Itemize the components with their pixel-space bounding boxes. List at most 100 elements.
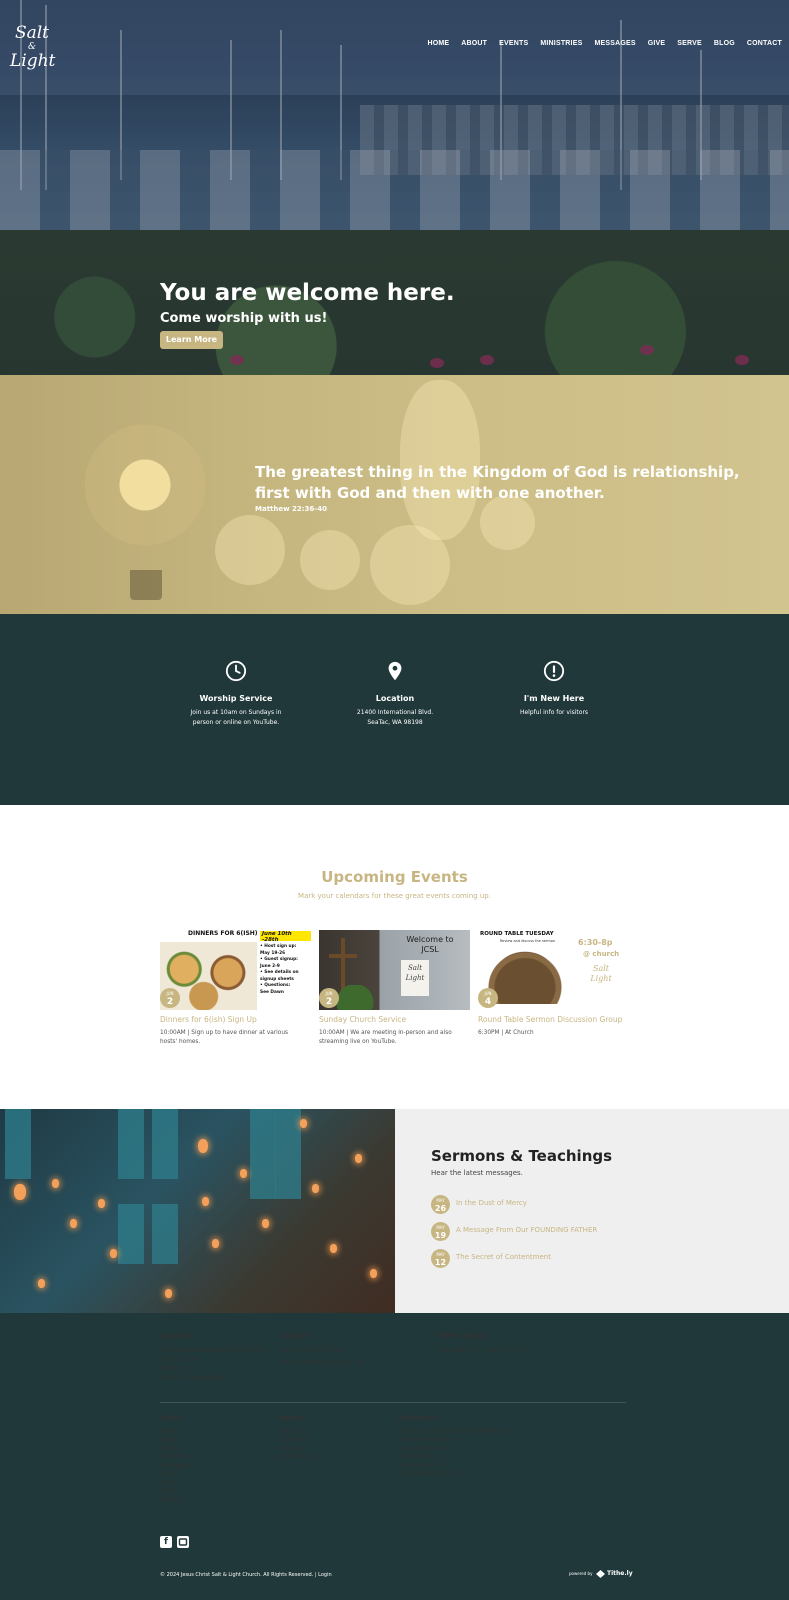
hanging-light: [240, 1169, 247, 1178]
nav-ministries[interactable]: MINISTRIES: [540, 40, 582, 47]
sermon-title[interactable]: In the Dust of Mercy: [456, 1199, 527, 1207]
event-image[interactable]: ROUND TABLE TUESDAY Review and discuss t…: [478, 930, 629, 1010]
event-image-time: 6:30-8p: [578, 938, 613, 947]
event-title[interactable]: Sunday Church Service: [319, 1015, 470, 1024]
window-shape: [152, 1109, 178, 1179]
sermons-title: Sermons & Teachings: [431, 1147, 613, 1165]
nav-home[interactable]: HOME: [427, 40, 449, 47]
footer-link[interactable]: Home: [160, 1428, 260, 1437]
sermon-month: MAY: [436, 1198, 445, 1203]
info-desc: 21400 International Blvd.: [356, 709, 434, 716]
event-card[interactable]: ROUND TABLE TUESDAY Review and discuss t…: [478, 930, 629, 1038]
event-title[interactable]: Round Table Sermon Discussion Group: [478, 1015, 629, 1024]
site-logo[interactable]: Salt & Light: [10, 22, 55, 74]
info-new-here[interactable]: I'm New Here Helpful info for visitors: [484, 660, 624, 718]
nav-events[interactable]: EVENTS: [499, 40, 528, 47]
footer-link[interactable]: Events: [160, 1445, 260, 1454]
footer-link[interactable]: About Us: [279, 1428, 379, 1437]
event-desc: 10:00AM | We are meeting in-person and a…: [319, 1030, 452, 1036]
bokeh-light: [215, 515, 285, 585]
youtube-icon[interactable]: [177, 1536, 189, 1548]
footer-divider: [160, 1402, 626, 1403]
cross-icon: [329, 954, 357, 958]
event-date-badge: JUN 2: [319, 988, 339, 1008]
event-card[interactable]: DINNERS FOR 6(ISH) June 10th -28th • Hos…: [160, 930, 311, 1047]
event-title[interactable]: Dinners for 6(ish) Sign Up: [160, 1015, 311, 1024]
logo-text: Light: [590, 974, 612, 983]
sermon-item[interactable]: MAY 26 In the Dust of Mercy: [431, 1195, 691, 1215]
quote-text: The greatest thing in the Kingdom of God…: [255, 463, 740, 502]
event-desc: streaming live on YouTube.: [319, 1039, 397, 1045]
sermons-subtitle: Hear the latest messages.: [431, 1169, 523, 1177]
event-image-line: See Dawn: [260, 989, 284, 995]
hanging-light: [202, 1197, 209, 1206]
facebook-icon[interactable]: f: [160, 1536, 172, 1548]
window-shape: [152, 1204, 178, 1264]
event-image-date: June 10th -28th: [260, 931, 311, 943]
footer-heading: Contact: [279, 1332, 310, 1340]
bokeh-light: [400, 380, 480, 540]
sermon-item[interactable]: MAY 19 A Message From Our FOUNDING FATHE…: [431, 1222, 691, 1242]
footer-link[interactable]: Our Team: [279, 1436, 379, 1445]
sermon-item[interactable]: MAY 12 The Secret of Contentment: [431, 1249, 691, 1269]
footer-phone[interactable]: Phone: 206.870.7258: [279, 1346, 419, 1355]
event-card[interactable]: Welcome to JCSL Salt Light JUN 2 Sunday …: [319, 930, 470, 1047]
google-maps-link[interactable]: View on Google Maps: [160, 1373, 280, 1382]
footer-link[interactable]: Children, Youth and Family Ministries: [398, 1428, 558, 1437]
logo-image: Salt Light: [582, 964, 620, 984]
sermon-title[interactable]: The Secret of Contentment: [456, 1253, 551, 1261]
tithely-link[interactable]: Tithe.ly: [607, 1570, 633, 1577]
map-pin-icon: [388, 661, 402, 681]
hanging-light: [370, 1269, 377, 1278]
footer-link[interactable]: Give: [160, 1470, 260, 1479]
event-image[interactable]: DINNERS FOR 6(ISH) June 10th -28th • Hos…: [160, 930, 311, 1010]
hanging-light: [330, 1244, 337, 1253]
nav-about[interactable]: ABOUT: [461, 40, 487, 47]
event-image-title: Welcome to: [406, 935, 454, 944]
hero-overlay: [0, 0, 789, 375]
footer-menu: Menu Home About Events Ministries Messag…: [160, 1414, 260, 1504]
footer-about: About About Us Our Team I'm New Our Beli…: [279, 1414, 379, 1462]
footer-text: Sea Tac, WA: [160, 1356, 197, 1363]
event-image[interactable]: Welcome to JCSL Salt Light JUN 2: [319, 930, 470, 1010]
info-title: Location: [375, 694, 415, 703]
nav-serve[interactable]: SERVE: [677, 40, 702, 47]
nav-contact[interactable]: CONTACT: [747, 40, 782, 47]
footer-link[interactable]: Women's Ministry: [398, 1436, 558, 1445]
sermon-day: 19: [434, 1231, 447, 1240]
footer-link[interactable]: Ministries: [160, 1453, 260, 1462]
hanging-light: [198, 1139, 208, 1153]
nav-blog[interactable]: BLOG: [714, 40, 735, 47]
nav-messages[interactable]: MESSAGES: [594, 40, 635, 47]
footer-link[interactable]: Messages: [160, 1462, 260, 1471]
sermon-date-badge: MAY 19: [431, 1222, 450, 1241]
footer-link[interactable]: Contact: [160, 1496, 260, 1505]
footer-link[interactable]: I'm New: [279, 1445, 379, 1454]
footer-link[interactable]: Men's Ministries: [398, 1445, 558, 1454]
footer-link[interactable]: Blog: [160, 1487, 260, 1496]
hanging-light: [98, 1199, 105, 1208]
hero-title: You are welcome here.: [160, 280, 455, 306]
footer-link[interactable]: Internal Care: [398, 1453, 558, 1462]
light-bulb-image: [85, 375, 205, 575]
event-image-subtitle: Review and discuss the sermon: [499, 939, 556, 943]
sermon-title[interactable]: A Message From Our FOUNDING FATHER: [456, 1226, 597, 1234]
info-location[interactable]: Location 21400 International Blvd. SeaTa…: [325, 660, 465, 728]
window-shape: [275, 1109, 301, 1199]
nav-give[interactable]: GIVE: [648, 40, 666, 47]
footer-email[interactable]: Email: office@jcslchurch.org: [279, 1358, 419, 1367]
learn-more-button[interactable]: Learn More: [160, 331, 223, 349]
event-desc: hosts' homes.: [160, 1039, 201, 1045]
event-month: JUN: [166, 991, 174, 996]
footer-link[interactable]: Serve: [160, 1479, 260, 1488]
youtube-icon: [178, 1538, 188, 1546]
footer-link[interactable]: Local Outreach: [398, 1462, 558, 1471]
footer-link[interactable]: International Ministry: [398, 1470, 558, 1479]
info-worship[interactable]: Worship Service Join us at 10am on Sunda…: [166, 660, 306, 728]
info-desc: SeaTac, WA 98198: [367, 719, 423, 726]
sermon-day: 12: [434, 1258, 447, 1267]
footer-link[interactable]: About: [160, 1436, 260, 1445]
hanging-light: [52, 1179, 59, 1188]
sermon-month: MAY: [436, 1252, 445, 1257]
footer-link[interactable]: Our Beliefs: [279, 1453, 379, 1462]
